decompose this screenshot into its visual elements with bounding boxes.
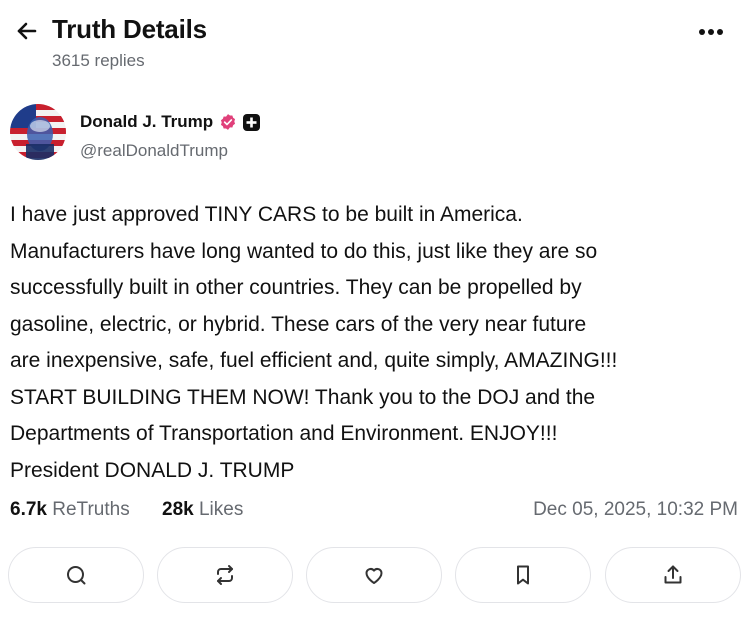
post-line: Manufacturers have long wanted to do thi… (10, 239, 598, 263)
post-actions (8, 547, 742, 603)
retruths-stat[interactable]: 6.7k ReTruths (10, 499, 130, 521)
retruth-button[interactable] (157, 547, 293, 603)
post-author: Donald J. Trump @realDonaldTrump (10, 104, 410, 164)
post-timestamp: Dec 05, 2025, 10:32 PM (533, 499, 738, 520)
like-button[interactable] (306, 547, 442, 603)
arrow-left-icon (17, 22, 37, 40)
like-icon (365, 568, 383, 584)
reply-button[interactable] (8, 547, 144, 603)
post-line: gasoline, electric, or hybrid. These car… (10, 312, 587, 336)
post-line: I have just approved TINY CARS to be bui… (10, 203, 523, 226)
author-name-text: Donald J. Trump (80, 112, 214, 131)
avatar[interactable] (10, 104, 66, 160)
likes-label: Likes (198, 499, 244, 520)
likes-stat[interactable]: 28k Likes (162, 499, 243, 521)
retruth-icon (217, 565, 233, 585)
replies-count: 3615 replies (52, 51, 145, 70)
retruths-count: 6.7k (10, 499, 47, 520)
share-icon (664, 565, 682, 584)
post-line: successfully built in other countries. T… (10, 276, 582, 299)
post-line: President DONALD J. TRUMP (10, 458, 295, 482)
more-horizontal-icon (699, 29, 723, 35)
reply-icon (67, 566, 86, 585)
post-content: I have just approved TINY CARS to be bui… (10, 197, 740, 489)
post-line: are inexpensive, safe, fuel efficient an… (10, 349, 618, 372)
post-stats: 6.7k ReTruths 28k Likes Dec 05, 2025, 10… (10, 499, 738, 525)
bookmark-button[interactable] (455, 547, 591, 603)
back-button[interactable] (12, 16, 42, 46)
author-handle[interactable]: @realDonaldTrump (80, 141, 228, 161)
author-name[interactable]: Donald J. Trump (80, 112, 261, 132)
post-line: START BUILDING THEM NOW! Thank you to th… (10, 385, 596, 409)
retruths-label: ReTruths (52, 499, 130, 520)
post-line: Departments of Transportation and Enviro… (10, 422, 558, 445)
page-title: Truth Details (52, 14, 207, 44)
more-options-button[interactable] (694, 18, 728, 46)
verified-badge-icon (219, 113, 237, 131)
page-header: Truth Details 3615 replies (0, 0, 750, 80)
likes-count: 28k (162, 499, 194, 520)
bookmark-icon (517, 565, 529, 585)
plus-badge-icon (243, 113, 261, 131)
share-button[interactable] (605, 547, 741, 603)
